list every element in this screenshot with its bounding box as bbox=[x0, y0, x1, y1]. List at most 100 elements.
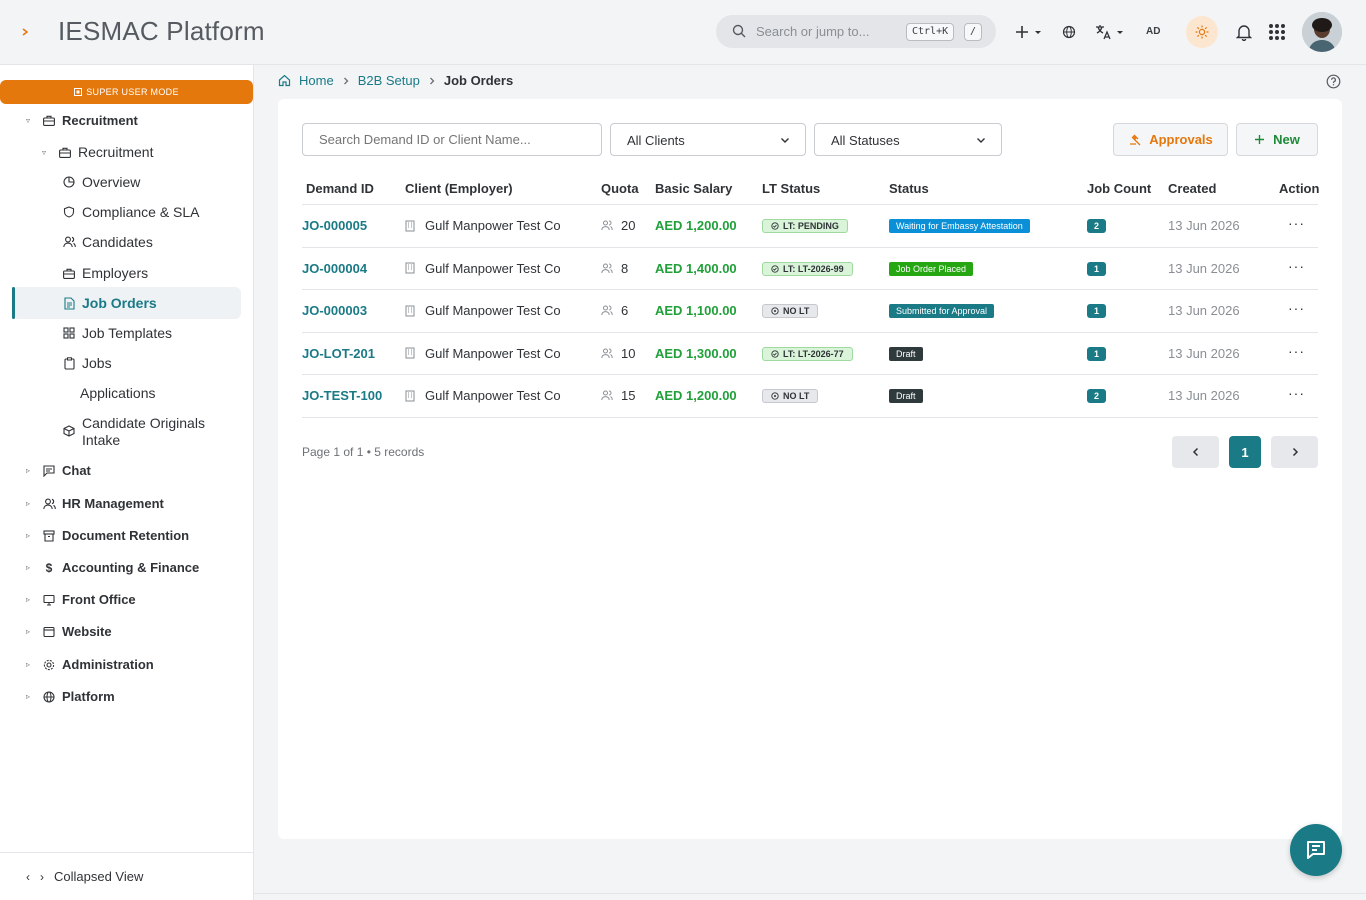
salary-value: AED 1,400.00 bbox=[655, 260, 737, 276]
breadcrumb-home[interactable]: Home bbox=[299, 73, 334, 88]
users-icon bbox=[601, 390, 613, 401]
row-actions-menu-icon[interactable]: ··· bbox=[1288, 215, 1305, 231]
sidebar-group-website[interactable]: ▹ Website bbox=[26, 624, 112, 639]
row-actions-menu-icon[interactable]: ··· bbox=[1288, 300, 1305, 316]
sidebar-item-compliance[interactable]: Compliance & SLA bbox=[62, 204, 200, 220]
col-basic-salary[interactable]: Basic Salary bbox=[655, 181, 732, 196]
sidebar-group-administration[interactable]: ▹ Administration bbox=[26, 657, 154, 672]
col-lt-status[interactable]: LT Status bbox=[762, 181, 820, 196]
col-status[interactable]: Status bbox=[889, 181, 929, 196]
global-search[interactable]: Search or jump to... Ctrl+K / bbox=[716, 15, 996, 48]
table-row[interactable]: JO-000005 Gulf Manpower Test Co 20 AED 1,20… bbox=[302, 205, 1318, 248]
demand-id-link[interactable]: JO-000003 bbox=[302, 303, 367, 318]
prev-page-button[interactable] bbox=[1172, 436, 1219, 468]
sidebar-group-platform[interactable]: ▹ Platform bbox=[26, 689, 115, 704]
sidebar-item-applications[interactable]: Applications bbox=[80, 385, 156, 401]
sidebar-group-label: HR Management bbox=[62, 496, 164, 511]
sidebar-group-front-office[interactable]: ▹ Front Office bbox=[26, 592, 136, 607]
browser-icon bbox=[42, 625, 56, 639]
sidebar-group-accounting[interactable]: ▹ $ Accounting & Finance bbox=[26, 560, 199, 575]
add-menu-button[interactable] bbox=[1014, 20, 1044, 44]
row-actions-menu-icon[interactable]: ··· bbox=[1288, 258, 1305, 274]
sidebar-group-document-retention[interactable]: ▹ Document Retention bbox=[26, 528, 189, 543]
sidebar-group-chat[interactable]: ▹ Chat bbox=[26, 463, 91, 478]
lt-status-text: LT: PENDING bbox=[783, 221, 839, 231]
search-icon bbox=[732, 24, 746, 38]
lt-status-badge: LT: LT-2026-99 bbox=[762, 261, 853, 276]
demand-id-link[interactable]: JO-000005 bbox=[302, 218, 367, 233]
new-job-order-button[interactable]: New bbox=[1236, 123, 1318, 156]
notifications-button[interactable] bbox=[1236, 20, 1252, 44]
sidebar-item-job-orders[interactable]: Job Orders bbox=[62, 295, 157, 311]
settings-icon bbox=[42, 658, 56, 672]
caret-right-icon: ▹ bbox=[26, 627, 31, 636]
users-icon bbox=[601, 305, 613, 316]
dot-circle-icon bbox=[771, 307, 779, 315]
col-demand-id[interactable]: Demand ID bbox=[306, 181, 374, 196]
job-count-badge: 1 bbox=[1087, 304, 1106, 318]
col-job-count[interactable]: Job Count bbox=[1087, 181, 1151, 196]
table-row[interactable]: JO-000003 Gulf Manpower Test Co 6 AED 1,100… bbox=[302, 290, 1318, 333]
super-user-mode-banner: SUPER USER MODE bbox=[0, 80, 253, 104]
translate-button[interactable] bbox=[1094, 20, 1126, 44]
sidebar-group-recruitment[interactable]: ▿ Recruitment bbox=[26, 113, 138, 128]
sidebar-group-label: Website bbox=[62, 624, 112, 639]
apps-button[interactable] bbox=[1268, 20, 1286, 44]
app-title: IESMAC Platform bbox=[58, 16, 265, 46]
sidebar-item-jobs[interactable]: Jobs bbox=[62, 355, 112, 371]
demand-id-link[interactable]: JO-TEST-100 bbox=[302, 388, 382, 403]
sidebar-group-label: Platform bbox=[62, 689, 115, 704]
super-user-label: SUPER USER MODE bbox=[86, 87, 179, 97]
page-number-button[interactable]: 1 bbox=[1229, 436, 1261, 468]
table-row[interactable]: JO-000004 Gulf Manpower Test Co 8 AED 1,400… bbox=[302, 248, 1318, 290]
logo-icon bbox=[22, 28, 29, 36]
building-icon bbox=[405, 220, 415, 231]
statuses-filter-select[interactable]: All Statuses bbox=[814, 123, 1002, 156]
sidebar-item-employers[interactable]: Employers bbox=[62, 265, 148, 281]
sidebar-group-hr-management[interactable]: ▹ HR Management bbox=[26, 496, 164, 511]
next-page-button[interactable] bbox=[1271, 436, 1318, 468]
table-row[interactable]: JO-TEST-100 Gulf Manpower Test Co 15 AED 1,… bbox=[302, 375, 1318, 418]
collapse-sidebar-toggle[interactable]: ‹ › Collapsed View bbox=[0, 852, 253, 900]
check-circle-icon bbox=[771, 222, 779, 230]
sidebar-item-candidates[interactable]: Candidates bbox=[62, 234, 153, 250]
avatar[interactable] bbox=[1302, 12, 1342, 52]
sidebar-item-label: Job Orders bbox=[82, 295, 157, 311]
col-created[interactable]: Created bbox=[1168, 181, 1216, 196]
approvals-button[interactable]: Approvals bbox=[1113, 123, 1228, 156]
col-client[interactable]: Client (Employer) bbox=[405, 181, 513, 196]
sidebar-item-overview[interactable]: Overview bbox=[62, 174, 140, 190]
row-actions-menu-icon[interactable]: ··· bbox=[1288, 385, 1305, 401]
client-name: Gulf Manpower Test Co bbox=[425, 260, 561, 276]
col-quota[interactable]: Quota bbox=[601, 181, 639, 196]
user-initials[interactable]: AD bbox=[1146, 26, 1160, 37]
table-row[interactable]: JO-LOT-201 Gulf Manpower Test Co 10 AED 1,3… bbox=[302, 333, 1318, 375]
row-actions-menu-icon[interactable]: ··· bbox=[1288, 343, 1305, 359]
breadcrumb-section[interactable]: B2B Setup bbox=[358, 73, 420, 88]
client-cell: Gulf Manpower Test Co bbox=[405, 346, 561, 361]
demand-id-link[interactable]: JO-000004 bbox=[302, 261, 367, 276]
chat-fab-button[interactable] bbox=[1290, 824, 1342, 876]
home-icon[interactable] bbox=[278, 74, 291, 87]
building-icon bbox=[405, 390, 415, 401]
sidebar-subgroup-recruitment[interactable]: ▿ Recruitment bbox=[42, 144, 153, 160]
help-icon[interactable] bbox=[1326, 74, 1341, 89]
demand-id-link[interactable]: JO-LOT-201 bbox=[302, 346, 375, 361]
theme-toggle-button[interactable] bbox=[1186, 16, 1218, 48]
chevron-down-icon bbox=[977, 138, 985, 143]
sidebar-item-candidate-originals[interactable]: Candidate Originals Intake bbox=[62, 415, 212, 449]
sidebar-item-job-templates[interactable]: Job Templates bbox=[62, 325, 172, 341]
clients-filter-select[interactable]: All Clients bbox=[610, 123, 806, 156]
quota-cell: 20 bbox=[601, 218, 635, 233]
client-name: Gulf Manpower Test Co bbox=[425, 303, 561, 318]
message-icon bbox=[42, 464, 56, 478]
sidebar-item-label: Candidates bbox=[82, 234, 153, 250]
archive-icon bbox=[42, 529, 56, 543]
approvals-label: Approvals bbox=[1149, 132, 1213, 147]
search-input[interactable] bbox=[302, 123, 602, 156]
shield-icon bbox=[74, 88, 83, 96]
pie-chart-icon bbox=[62, 175, 76, 189]
shield-icon bbox=[62, 205, 76, 219]
language-globe-button[interactable] bbox=[1062, 20, 1076, 44]
sidebar-group-label: Front Office bbox=[62, 592, 136, 607]
